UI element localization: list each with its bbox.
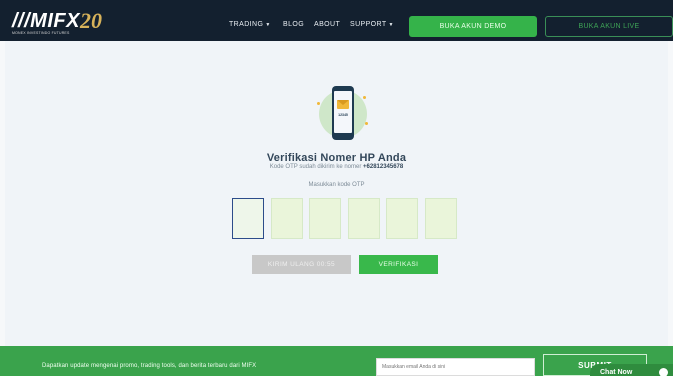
chat-label: Chat Now xyxy=(600,369,633,376)
illustration-otp-number: 12345 xyxy=(338,113,348,117)
otp-digit-input-2[interactable] xyxy=(271,198,303,239)
otp-digit-input-1[interactable] xyxy=(232,198,264,239)
nav-item-blog[interactable]: BLOG xyxy=(283,21,304,28)
phone-icon: 12345 xyxy=(332,86,354,140)
nav-item-label: SUPPORT xyxy=(350,21,387,28)
mifx-logo[interactable]: ///MIFX MONEX INVESTINDO FUTURES 20 xyxy=(12,8,107,36)
logo-wordmark: ///MIFX xyxy=(12,10,80,32)
resend-otp-button[interactable]: KIRIM ULANG 00:55 xyxy=(252,255,351,274)
otp-digit-input-6[interactable] xyxy=(425,198,457,239)
otp-digit-input-3[interactable] xyxy=(309,198,341,239)
page-title: Verifikasi Nomer HP Anda xyxy=(266,152,407,164)
phone-screen: 12345 xyxy=(334,91,352,133)
nav-item-support[interactable]: SUPPORT ▼ xyxy=(350,21,394,28)
otp-sent-message: Kode OTP sudah dikirim ke nomer +6281234… xyxy=(269,164,404,170)
decor-dot xyxy=(365,122,368,125)
otp-digit-input-5[interactable] xyxy=(386,198,418,239)
phone-otp-illustration: 12345 xyxy=(315,86,370,141)
otp-digit-input-4[interactable] xyxy=(348,198,380,239)
open-demo-account-button[interactable]: BUKA AKUN DEMO xyxy=(409,16,537,37)
newsletter-text: Dapatkan update mengenai promo, trading … xyxy=(42,363,257,369)
nav-item-label: TRADING xyxy=(229,21,264,28)
nav-item-trading[interactable]: TRADING ▼ xyxy=(229,21,271,28)
top-navbar: ///MIFX MONEX INVESTINDO FUTURES 20 TRAD… xyxy=(0,0,673,41)
nav-item-label: ABOUT xyxy=(314,21,341,28)
nav-item-label: BLOG xyxy=(283,21,305,28)
newsletter-bar: Dapatkan update mengenai promo, trading … xyxy=(0,346,673,376)
open-live-account-button[interactable]: BUKA AKUN LIVE xyxy=(545,16,673,37)
otp-prompt: Masukkan kode OTP xyxy=(308,182,365,188)
verify-button[interactable]: VERIFIKASI xyxy=(359,255,438,274)
anniversary-badge: 20 xyxy=(80,8,102,33)
decor-dot xyxy=(317,102,320,105)
nav-item-about[interactable]: ABOUT xyxy=(314,21,340,28)
chevron-down-icon: ▼ xyxy=(388,22,394,28)
decor-dot xyxy=(363,96,366,99)
newsletter-email-input[interactable] xyxy=(376,358,535,376)
chevron-down-icon: ▼ xyxy=(265,22,271,28)
phone-number: +62812345678 xyxy=(363,164,404,170)
logo-tagline: MONEX INVESTINDO FUTURES xyxy=(12,31,70,35)
chat-bubble-icon xyxy=(659,368,668,376)
envelope-icon xyxy=(337,100,349,109)
chat-now-widget[interactable]: Chat Now xyxy=(590,364,673,376)
